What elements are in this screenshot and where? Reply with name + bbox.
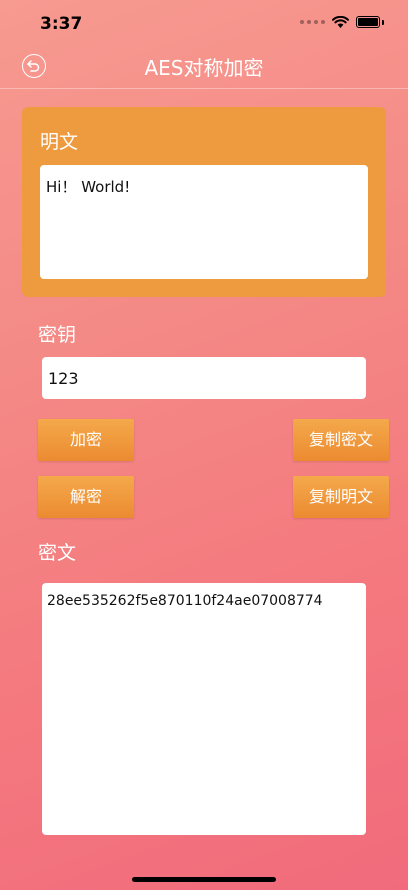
copy-ciphertext-button[interactable]: 复制密文 — [293, 419, 389, 461]
nav-divider — [0, 88, 408, 89]
plaintext-card: 明文 Hi！ World! — [22, 107, 386, 297]
ciphertext-label: 密文 — [38, 542, 77, 564]
status-bar: 3:37 — [0, 0, 408, 44]
decrypt-button[interactable]: 解密 — [38, 476, 134, 518]
battery-cap — [382, 19, 384, 25]
page-title: AES对称加密 — [144, 56, 264, 80]
home-indicator[interactable] — [132, 877, 276, 882]
wifi-icon — [332, 16, 349, 28]
plaintext-input[interactable]: Hi！ World! — [40, 165, 368, 279]
signal-icon — [300, 20, 325, 24]
battery-icon — [356, 16, 380, 28]
ciphertext-output[interactable]: 28ee535262f5e870110f24ae07008774 — [42, 583, 366, 835]
key-label: 密钥 — [38, 324, 77, 346]
key-input[interactable]: 123 — [42, 357, 366, 399]
status-time: 3:37 — [40, 14, 83, 34]
encrypt-button[interactable]: 加密 — [38, 419, 134, 461]
plaintext-label: 明文 — [40, 131, 79, 153]
copy-plaintext-button[interactable]: 复制明文 — [293, 476, 389, 518]
status-icons — [300, 16, 384, 28]
